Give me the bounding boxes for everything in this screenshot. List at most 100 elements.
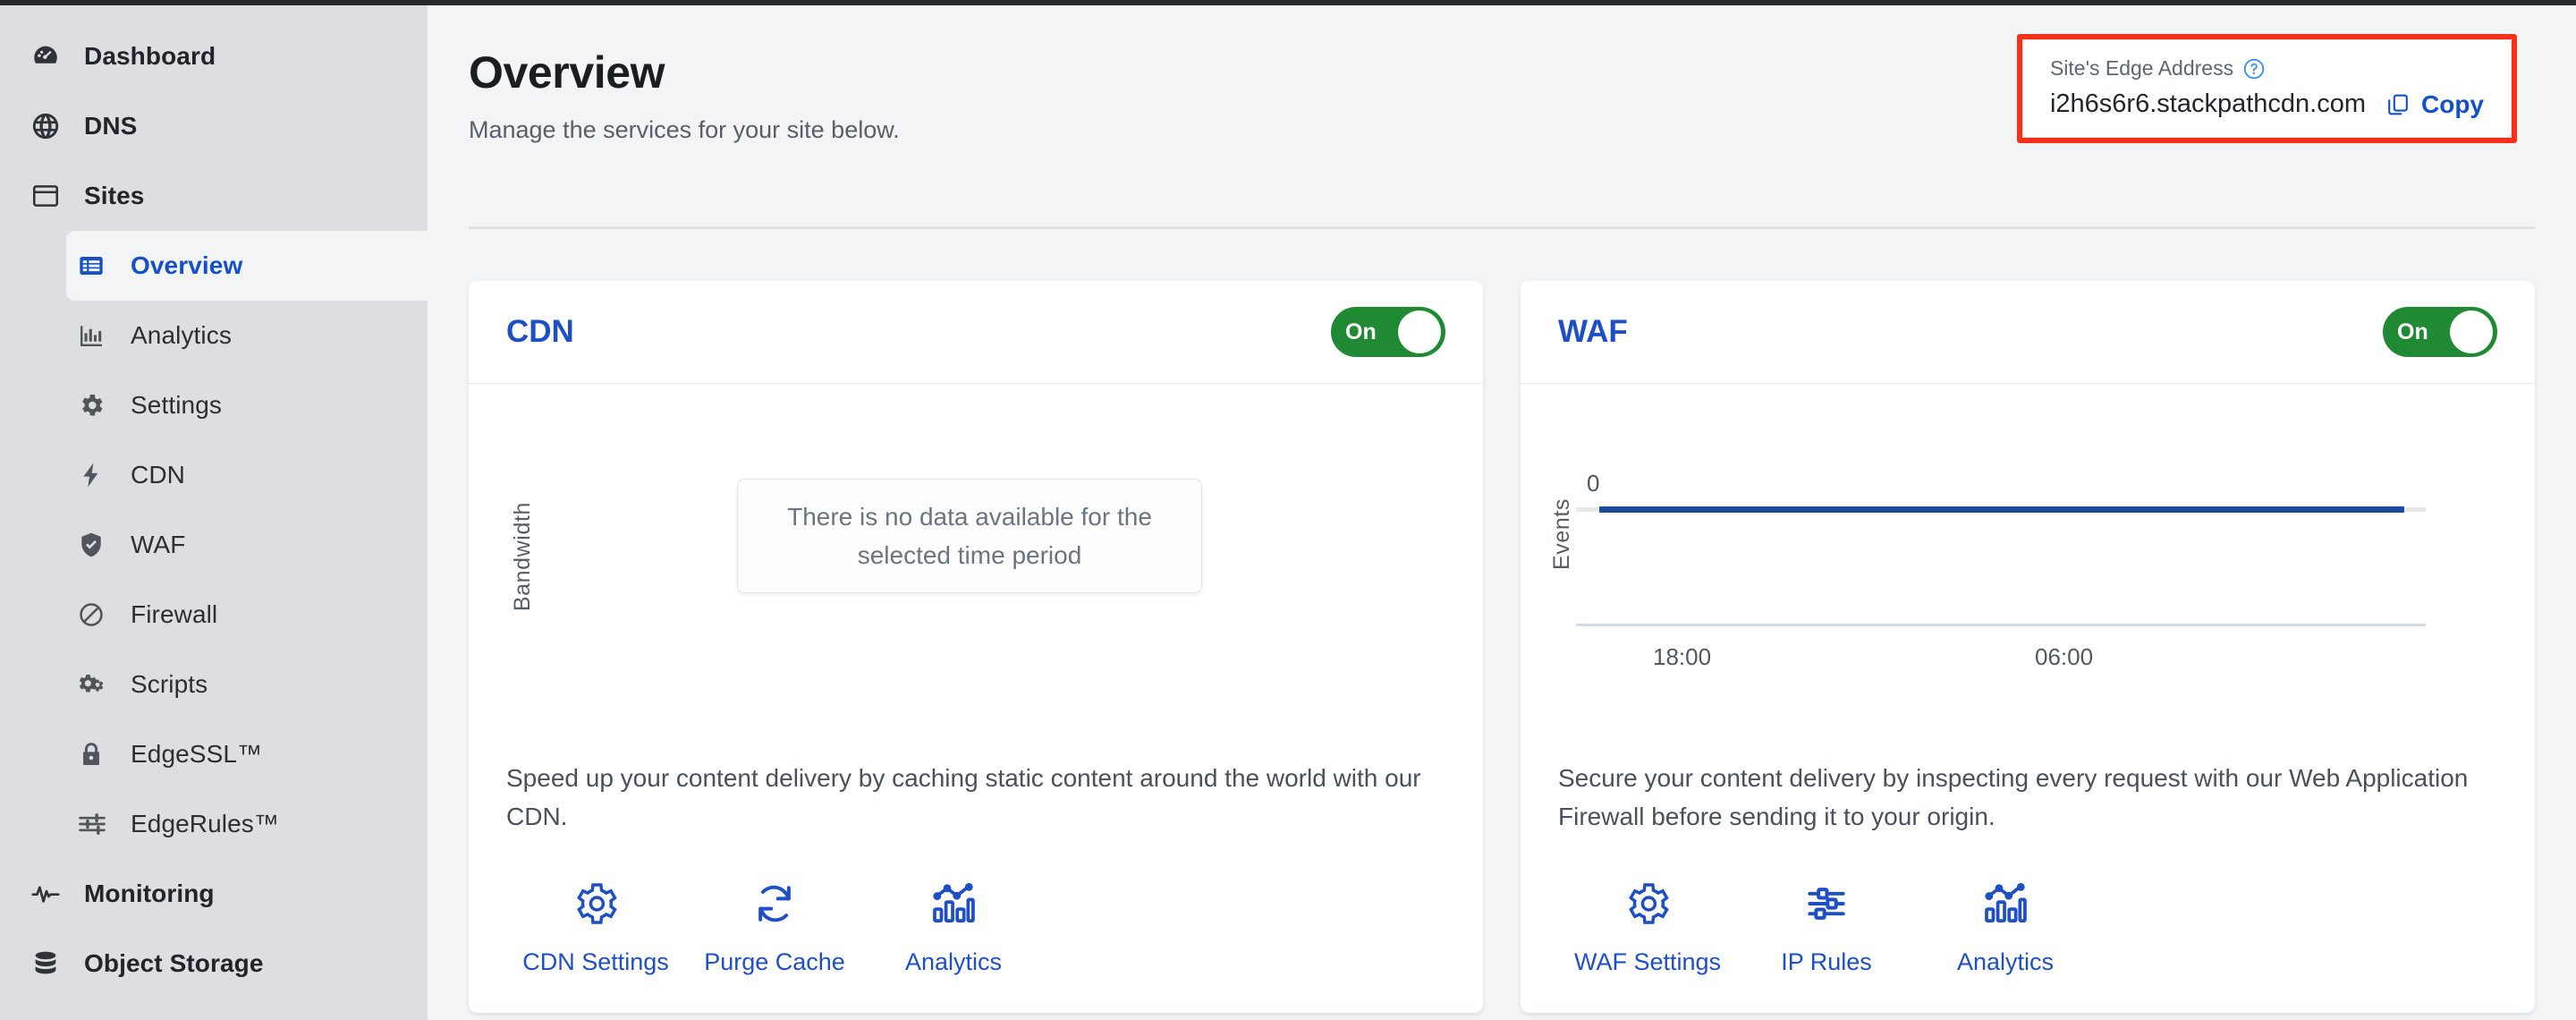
edge-address-card: Site's Edge Address i2h6s6r6.stackpathcd… [2021, 39, 2512, 138]
gear-icon [77, 386, 118, 425]
block-circle-icon [77, 595, 118, 634]
gear-icon [571, 875, 621, 932]
cdn-chart: Bandwidth There is no data available for… [469, 384, 1483, 760]
sidebar-item-label: Scripts [131, 670, 208, 698]
cdn-chart-y-axis-label: Bandwidth [510, 502, 535, 612]
sidebar-item-analytics[interactable]: Analytics [0, 301, 428, 370]
toggle-knob [1398, 310, 1441, 353]
sidebar-item-cdn[interactable]: CDN [0, 440, 428, 510]
header-divider [469, 226, 2535, 229]
waf-card: WAF On Events 0 18:00 06:00 Secure your … [1521, 281, 2535, 1013]
edge-address-value-row: i2h6s6r6.stackpathcdn.com Copy [2050, 89, 2484, 119]
cdn-analytics-action[interactable]: Analytics [864, 875, 1043, 976]
list-view-icon [77, 246, 118, 285]
copy-icon [2385, 92, 2411, 117]
edge-address-value: i2h6s6r6.stackpathcdn.com [2049, 89, 2366, 118]
cdn-card-body: Speed up your content delivery by cachin… [469, 760, 1483, 976]
bolt-icon [77, 455, 118, 495]
sidebar-item-label: CDN [131, 461, 185, 489]
cdn-analytics-label: Analytics [904, 948, 1003, 976]
waf-card-actions: WAF Settings IP Rules Analytics [1558, 875, 2497, 976]
globe-icon [30, 106, 72, 146]
waf-card-title[interactable]: WAF [1558, 314, 1628, 350]
purge-cache-action[interactable]: Purge Cache [685, 875, 864, 976]
main-content: Overview Manage the services for your si… [428, 5, 2576, 1020]
cdn-toggle[interactable]: On [1331, 307, 1445, 357]
sidebar-item-label: EdgeRules™ [131, 810, 279, 837]
analytics-chart-icon [928, 875, 979, 932]
ip-rules-action[interactable]: IP Rules [1737, 875, 1916, 976]
edge-address-label-row: Site's Edge Address [2050, 56, 2484, 81]
waf-analytics-action[interactable]: Analytics [1916, 875, 2095, 976]
waf-chart-series-line [1599, 506, 2404, 513]
waf-toggle[interactable]: On [2383, 307, 2497, 357]
pulse-icon [30, 874, 72, 914]
sidebar-item-firewall[interactable]: Firewall [0, 580, 428, 650]
copy-button-label: Copy [2421, 89, 2484, 118]
toggle-knob [2450, 310, 2493, 353]
purge-cache-label: Purge Cache [704, 948, 845, 976]
waf-settings-action[interactable]: WAF Settings [1558, 875, 1737, 976]
sidebar-item-label: DNS [84, 112, 138, 140]
ip-rules-label: IP Rules [1781, 948, 1872, 976]
app-root: Dashboard DNS Sites Overview Analytics S… [0, 0, 2576, 1020]
refresh-cycle-icon [750, 875, 800, 932]
waf-chart-x-axis [1576, 624, 2426, 626]
sidebar-item-overview[interactable]: Overview [66, 231, 428, 301]
shield-check-icon [77, 525, 118, 565]
dashboard-gauge-icon [30, 37, 72, 76]
database-icon [30, 944, 72, 983]
sidebar-item-sites[interactable]: Sites [0, 161, 428, 231]
sidebar-item-monitoring[interactable]: Monitoring [0, 859, 428, 929]
cdn-settings-label: CDN Settings [522, 948, 669, 976]
copy-button[interactable]: Copy [2385, 90, 2484, 119]
cdn-chart-empty-message: There is no data available for the selec… [787, 502, 1152, 569]
cdn-card-description: Speed up your content delivery by cachin… [506, 764, 1421, 830]
sidebar-item-label: Settings [131, 391, 222, 419]
edge-address-highlight: Site's Edge Address i2h6s6r6.stackpathcd… [2016, 34, 2517, 143]
cdn-settings-action[interactable]: CDN Settings [506, 875, 685, 976]
sidebar-item-label: Firewall [131, 600, 218, 628]
sidebar-item-dashboard[interactable]: Dashboard [0, 21, 428, 91]
waf-analytics-label: Analytics [1956, 948, 2055, 976]
sidebar-item-label: Analytics [131, 321, 232, 349]
cogs-icon [77, 665, 118, 704]
sidebar-item-waf[interactable]: WAF [0, 510, 428, 580]
sidebar: Dashboard DNS Sites Overview Analytics S… [0, 5, 428, 1020]
waf-card-description: Secure your content delivery by inspecti… [1558, 764, 2469, 830]
service-cards: CDN On Bandwidth There is no data availa… [469, 281, 2535, 1013]
cdn-toggle-label: On [1345, 319, 1377, 344]
waf-card-header: WAF On [1521, 281, 2535, 384]
window-icon [30, 176, 72, 216]
waf-chart-zero-tick [1576, 507, 1599, 512]
cdn-card-header: CDN On [469, 281, 1483, 384]
sidebar-item-settings[interactable]: Settings [0, 370, 428, 440]
waf-chart-baseline-stub [2404, 507, 2426, 512]
sidebar-item-edgerules[interactable]: EdgeRules™ [0, 789, 428, 859]
waf-settings-label: WAF Settings [1573, 948, 1722, 976]
sliders-icon [77, 804, 118, 844]
sidebar-item-dns[interactable]: DNS [0, 91, 428, 161]
sidebar-item-label: EdgeSSL™ [131, 740, 263, 768]
sidebar-item-label: Object Storage [84, 949, 264, 977]
waf-card-body: Secure your content delivery by inspecti… [1521, 760, 2535, 976]
waf-toggle-label: On [2397, 319, 2428, 344]
help-circle-icon[interactable] [2242, 57, 2266, 81]
bar-chart-icon [77, 316, 118, 355]
sliders-icon [1801, 875, 1852, 932]
sidebar-item-scripts[interactable]: Scripts [0, 650, 428, 719]
analytics-chart-icon [1980, 875, 2030, 932]
waf-chart: Events 0 18:00 06:00 [1521, 384, 2535, 760]
cdn-card-title[interactable]: CDN [506, 314, 574, 350]
cdn-card-actions: CDN Settings Purge Cache Analytics [506, 875, 1445, 976]
sidebar-item-edgessl[interactable]: EdgeSSL™ [0, 719, 428, 789]
sidebar-item-label: Overview [131, 251, 243, 279]
sidebar-item-label: Monitoring [84, 880, 215, 907]
waf-chart-y-tick: 0 [1587, 470, 1600, 497]
sidebar-item-object-storage[interactable]: Object Storage [0, 929, 428, 999]
sidebar-item-label: Dashboard [84, 42, 216, 70]
waf-chart-y-axis-label: Events [1549, 498, 1574, 571]
gear-icon [1623, 875, 1673, 932]
sidebar-item-label: Sites [84, 182, 145, 209]
waf-chart-x-tick-2: 06:00 [2035, 643, 2094, 670]
